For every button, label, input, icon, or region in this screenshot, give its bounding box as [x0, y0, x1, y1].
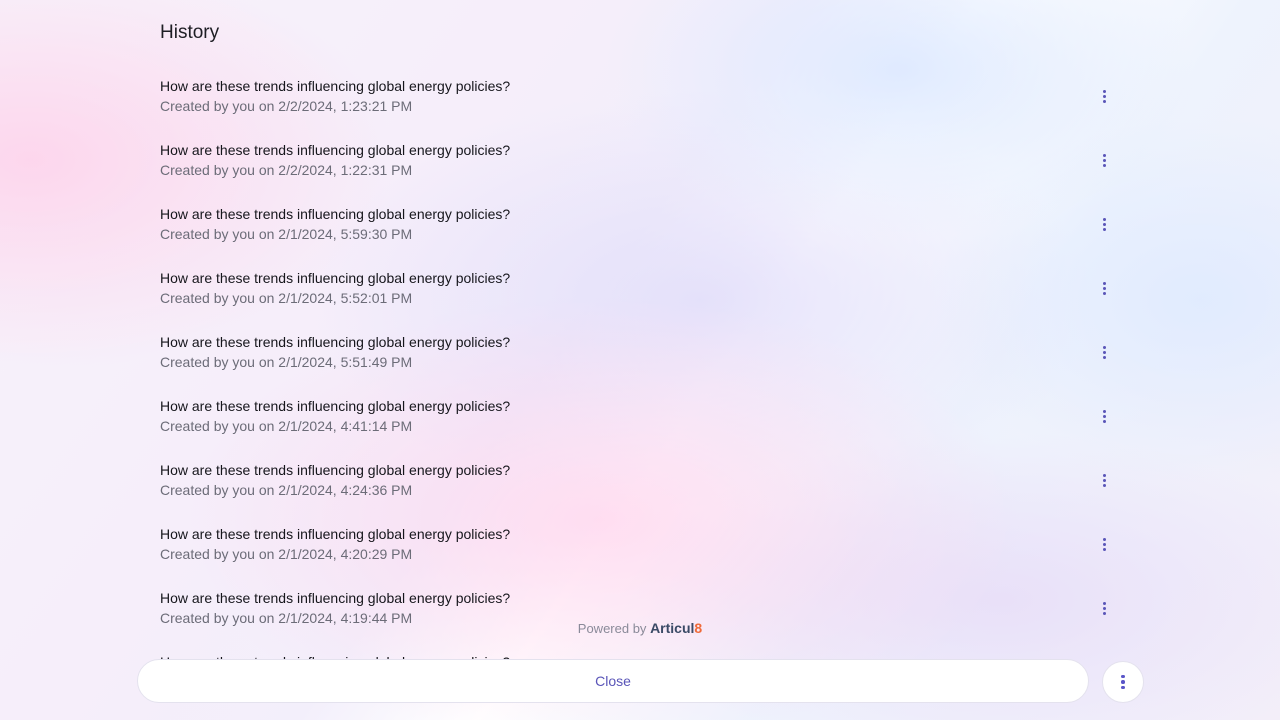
history-item[interactable]: How are these trends influencing global … — [160, 518, 1120, 582]
history-list: How are these trends influencing global … — [160, 70, 1120, 662]
more-vertical-icon — [1102, 153, 1106, 167]
more-vertical-icon — [1102, 217, 1106, 231]
history-item-meta: Created by you on 2/1/2024, 5:52:01 PM — [160, 290, 413, 306]
more-vertical-icon — [1102, 473, 1106, 487]
history-item-menu-button[interactable] — [1092, 84, 1116, 108]
powered-by-footer: Powered by Articul8 — [0, 620, 1280, 636]
history-item-meta: Created by you on 2/1/2024, 4:20:29 PM — [160, 546, 413, 562]
history-item-question: How are these trends influencing global … — [160, 590, 511, 606]
more-vertical-icon — [1102, 537, 1106, 551]
history-item-question: How are these trends influencing global … — [160, 526, 511, 542]
history-item-question: How are these trends influencing global … — [160, 398, 511, 414]
more-vertical-icon — [1102, 409, 1106, 423]
brand-logo: Articul8 — [650, 620, 703, 636]
history-item-question: How are these trends influencing global … — [160, 78, 511, 94]
history-item-meta: Created by you on 2/1/2024, 5:51:49 PM — [160, 354, 413, 370]
close-button-label: Close — [595, 673, 631, 689]
more-vertical-icon — [1102, 345, 1106, 359]
history-item[interactable]: How are these trends influencing global … — [160, 134, 1120, 198]
history-item-question: How are these trends influencing global … — [160, 462, 511, 478]
history-item[interactable]: How are these trends influencing global … — [160, 390, 1120, 454]
history-item-menu-button[interactable] — [1092, 532, 1116, 556]
history-item[interactable]: How are these trends influencing global … — [160, 262, 1120, 326]
history-item-menu-button[interactable] — [1092, 660, 1116, 662]
history-item-meta: Created by you on 2/2/2024, 1:22:31 PM — [160, 162, 413, 178]
history-item-menu-button[interactable] — [1092, 404, 1116, 428]
history-item-question: How are these trends influencing global … — [160, 270, 511, 286]
brand-name: Articul — [650, 620, 695, 636]
history-item-question: How are these trends influencing global … — [160, 334, 511, 350]
more-vertical-icon — [1121, 674, 1125, 690]
history-item-menu-button[interactable] — [1092, 212, 1116, 236]
history-item-meta: Created by you on 2/1/2024, 5:59:30 PM — [160, 226, 413, 242]
history-item[interactable]: How are these trends influencing global … — [160, 454, 1120, 518]
history-item-menu-button[interactable] — [1092, 340, 1116, 364]
history-item-question: How are these trends influencing global … — [160, 206, 511, 222]
history-item-meta: Created by you on 2/2/2024, 1:23:21 PM — [160, 98, 413, 114]
history-item[interactable]: How are these trends influencing global … — [160, 582, 1120, 646]
history-item-question: How are these trends influencing global … — [160, 142, 511, 158]
more-vertical-icon — [1102, 601, 1106, 615]
history-item-menu-button[interactable] — [1092, 148, 1116, 172]
page-title: History — [160, 22, 220, 43]
more-vertical-icon — [1102, 281, 1106, 295]
history-item-menu-button[interactable] — [1092, 468, 1116, 492]
history-item-meta: Created by you on 2/1/2024, 4:24:36 PM — [160, 482, 413, 498]
powered-by-label: Powered by — [577, 621, 647, 636]
history-item-meta: Created by you on 2/1/2024, 4:41:14 PM — [160, 418, 413, 434]
history-item[interactable]: How are these trends influencing global … — [160, 326, 1120, 390]
history-item-menu-button[interactable] — [1092, 596, 1116, 620]
brand-accent: 8 — [694, 620, 703, 636]
history-item[interactable]: How are these trends influencing global … — [160, 70, 1120, 134]
history-item[interactable]: How are these trends influencing global … — [160, 198, 1120, 262]
history-item-menu-button[interactable] — [1092, 276, 1116, 300]
more-vertical-icon — [1102, 89, 1106, 103]
close-button[interactable]: Close — [137, 659, 1089, 703]
footer-menu-button[interactable] — [1102, 661, 1144, 703]
